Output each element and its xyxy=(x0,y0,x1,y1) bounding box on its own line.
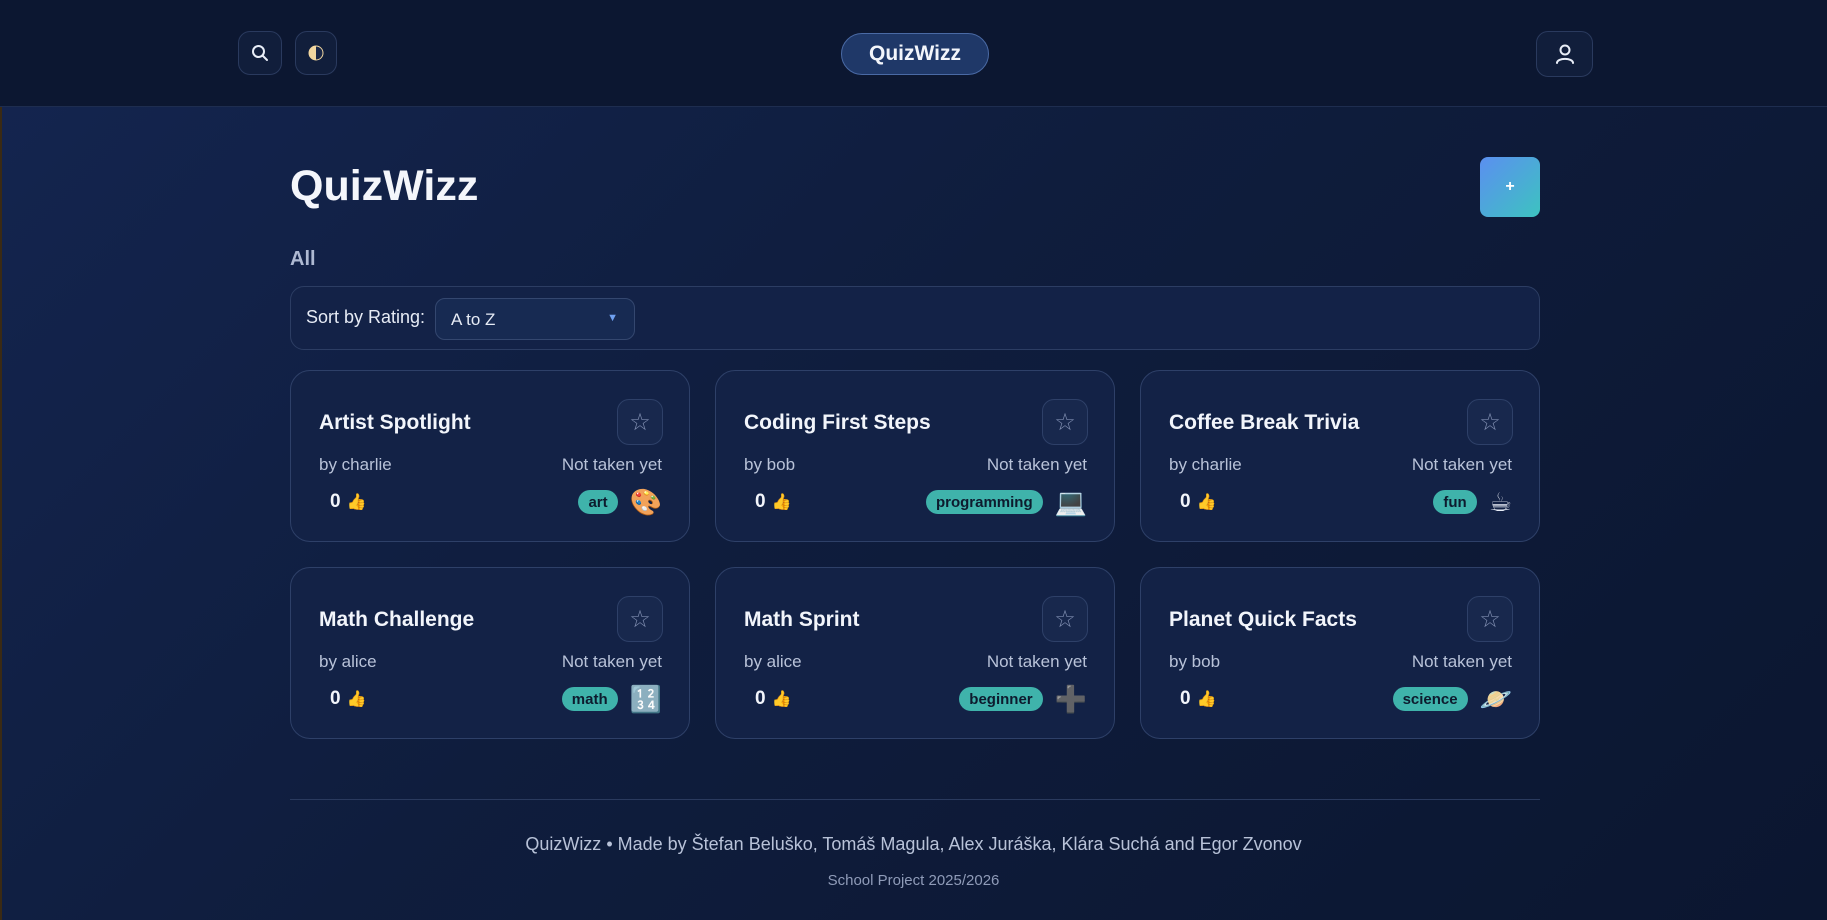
search-button[interactable] xyxy=(238,31,282,75)
favorite-button[interactable]: ☆ xyxy=(1467,596,1513,642)
window-edge xyxy=(0,0,2,920)
quiz-author: by charlie xyxy=(319,455,392,474)
star-icon: ☆ xyxy=(629,605,651,633)
star-icon: ☆ xyxy=(1054,408,1076,436)
quiz-rating: 0 👍 xyxy=(1180,491,1217,513)
quiz-tag[interactable]: fun xyxy=(1433,490,1477,514)
favorite-button[interactable]: ☆ xyxy=(617,596,663,642)
chevron-down-icon: ▼ xyxy=(607,312,618,324)
sort-bar: Sort by Rating: A to Z ▼ xyxy=(290,286,1540,350)
quiz-card[interactable]: Math Sprint ☆ by alice Not taken yet 0 👍… xyxy=(715,567,1115,739)
star-icon: ☆ xyxy=(629,408,651,436)
favorite-button[interactable]: ☆ xyxy=(617,399,663,445)
footer-credits: QuizWizz • Made by Štefan Beluško, Tomáš… xyxy=(525,834,1302,854)
quiz-status: Not taken yet xyxy=(986,455,1087,474)
star-icon: ☆ xyxy=(1479,605,1501,633)
coffee-icon: ☕ xyxy=(1488,487,1512,517)
thumbs-up-icon: 👍 xyxy=(771,691,792,708)
quiz-card[interactable]: Coding First Steps ☆ by bob Not taken ye… xyxy=(715,370,1115,542)
user-account-button[interactable] xyxy=(1536,31,1593,77)
sort-selected-value: A to Z xyxy=(451,310,496,329)
footer-divider xyxy=(290,799,1540,800)
quiz-title: Planet Quick Facts xyxy=(1169,608,1357,631)
page-title: QuizWizz xyxy=(290,162,479,210)
favorite-button[interactable]: ☆ xyxy=(1467,399,1513,445)
quiz-card[interactable]: Planet Quick Facts ☆ by bob Not taken ye… xyxy=(1140,567,1540,739)
quiz-status: Not taken yet xyxy=(986,652,1087,671)
rating-count: 0 xyxy=(755,491,766,512)
rating-count: 0 xyxy=(1180,688,1191,709)
quiz-rating: 0 👍 xyxy=(330,491,367,513)
quiz-author: by bob xyxy=(744,455,796,474)
quiz-card[interactable]: Coffee Break Trivia ☆ by charlie Not tak… xyxy=(1140,370,1540,542)
quiz-title: Coffee Break Trivia xyxy=(1169,411,1360,434)
favorite-button[interactable]: ☆ xyxy=(1042,399,1088,445)
thumbs-up-icon: 👍 xyxy=(1196,691,1217,708)
quiz-rating: 0 👍 xyxy=(1180,688,1217,710)
top-navbar: QuizWizz xyxy=(0,0,1827,107)
add-quiz-button[interactable]: + xyxy=(1480,157,1540,217)
palette-icon: 🎨 xyxy=(629,487,662,517)
quiz-title: Math Sprint xyxy=(744,608,860,631)
quiz-status: Not taken yet xyxy=(1411,455,1512,474)
user-icon xyxy=(1555,44,1574,64)
quiz-card[interactable]: Artist Spotlight ☆ by charlie Not taken … xyxy=(290,370,690,542)
quiz-title: Artist Spotlight xyxy=(319,411,471,434)
quiz-status: Not taken yet xyxy=(561,455,662,474)
filter-label: All xyxy=(290,248,316,270)
sort-label: Sort by Rating: xyxy=(306,307,426,327)
rating-count: 0 xyxy=(330,491,341,512)
star-icon: ☆ xyxy=(1479,408,1501,436)
quiz-tag[interactable]: math xyxy=(561,687,618,711)
thumbs-up-icon: 👍 xyxy=(771,494,792,511)
quiz-status: Not taken yet xyxy=(561,652,662,671)
planet-icon: 🪐 xyxy=(1479,684,1512,714)
quiz-author: by alice xyxy=(744,652,802,671)
thumbs-up-icon: 👍 xyxy=(346,691,367,708)
half-moon-icon xyxy=(308,45,324,61)
rating-count: 0 xyxy=(1180,491,1191,512)
numbers-icon: 🔢 xyxy=(629,684,662,714)
laptop-icon: 💻 xyxy=(1054,487,1087,517)
quiz-tag[interactable]: programming xyxy=(925,490,1043,514)
theme-toggle-button[interactable] xyxy=(295,31,337,75)
rating-count: 0 xyxy=(755,688,766,709)
sort-select[interactable]: A to Z ▼ xyxy=(435,298,635,340)
quiz-author: by bob xyxy=(1169,652,1221,671)
thumbs-up-icon: 👍 xyxy=(346,494,367,511)
thumbs-up-icon: 👍 xyxy=(1196,494,1217,511)
quiz-rating: 0 👍 xyxy=(755,491,792,513)
rating-count: 0 xyxy=(330,688,341,709)
quiz-author: by charlie xyxy=(1169,455,1242,474)
quiz-card[interactable]: Math Challenge ☆ by alice Not taken yet … xyxy=(290,567,690,739)
quiz-title: Coding First Steps xyxy=(744,411,931,434)
footer-subtitle: School Project 2025/2026 xyxy=(827,872,1000,889)
quiz-rating: 0 👍 xyxy=(755,688,792,710)
quiz-rating: 0 👍 xyxy=(330,688,367,710)
quiz-status: Not taken yet xyxy=(1411,652,1512,671)
star-icon: ☆ xyxy=(1054,605,1076,633)
quiz-title: Math Challenge xyxy=(319,608,475,631)
quiz-author: by alice xyxy=(319,652,377,671)
search-icon xyxy=(252,45,268,61)
plus-icon: ➕ xyxy=(1054,684,1087,714)
quiz-tag[interactable]: beginner xyxy=(959,687,1043,711)
quiz-tag[interactable]: art xyxy=(578,490,618,514)
quiz-tag[interactable]: science xyxy=(1392,687,1468,711)
favorite-button[interactable]: ☆ xyxy=(1042,596,1088,642)
brand-logo[interactable]: QuizWizz xyxy=(841,33,989,75)
